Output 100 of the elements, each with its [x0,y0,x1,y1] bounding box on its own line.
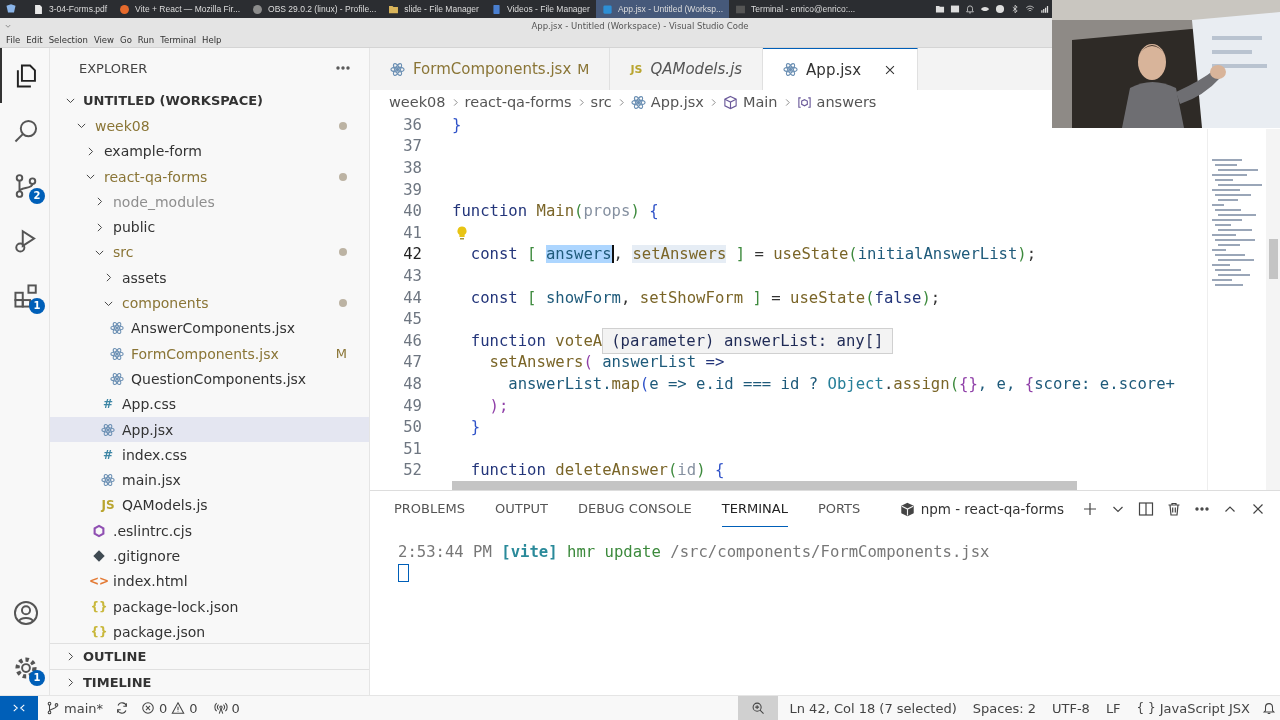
zoom-button[interactable] [737,696,778,720]
app-icon [119,3,131,15]
vertical-scrollbar[interactable] [1266,129,1280,490]
tree-folder[interactable]: assets [50,265,369,291]
taskbar-item[interactable]: Vite + React — Mozilla Fir... [113,0,247,18]
modified-dot [339,248,347,257]
menu-item[interactable]: Go [117,35,135,45]
activity-button[interactable]: 1 [0,268,49,323]
taskbar-item[interactable]: Terminal - enrico@enrico:... [729,0,862,18]
menu-item[interactable]: File [3,35,24,45]
filename-entry[interactable]: # App.css [50,391,369,417]
taskbar-item[interactable]: OBS 29.0.2 (linux) - Profile... [246,0,383,18]
breadcrumb-item[interactable]: answers [796,94,877,110]
panel-tab[interactable]: PROBLEMS [394,491,465,527]
problems-button[interactable]: 0 0 [133,696,206,720]
modified-dot [339,299,347,307]
file-type-icon: {} [90,600,108,613]
filename-entry[interactable]: <> index.html [50,568,369,594]
code-line: function Main(props) { [452,202,659,221]
taskbar-item[interactable]: Videos - File Manager [484,0,596,18]
status-item[interactable]: UTF-8 [1043,696,1098,720]
filename-entry[interactable]: App.jsx [50,416,369,443]
terminal-line: 2:53:44 PM [vite] hmr update /src/components/FormComponents.jsx [398,543,991,561]
folder-icon[interactable] [935,4,945,14]
hover-tooltip: (parameter) answerList: any[] [602,327,893,354]
menu-item[interactable]: Terminal [157,35,200,45]
react-icon [101,473,115,488]
activity-button[interactable]: 2 [0,158,49,213]
section-header[interactable]: OUTLINE [50,643,369,669]
count-badge: 1 [29,298,45,314]
panel-tab[interactable]: PORTS [817,491,861,527]
cube-icon [722,94,738,110]
react-icon [110,321,124,336]
split-icon[interactable] [1138,501,1154,517]
eye-icon[interactable] [980,4,990,14]
status-item[interactable]: Ln 42, Col 18 (7 selected) [781,696,965,720]
breadcrumb-item[interactable]: Main [722,94,778,110]
bell-icon[interactable] [1262,701,1276,715]
taskbar-item[interactable]: App.jsx - Untitled (Worksp... [595,0,730,18]
panel-tab[interactable]: OUTPUT [494,491,548,527]
menu-item[interactable]: View [90,35,118,45]
filename-entry[interactable]: .eslintrc.cjs [50,518,369,544]
breadcrumb-item[interactable]: week08 [389,94,446,110]
line-number: 44 [402,288,422,307]
plus-icon[interactable] [1082,501,1098,517]
ports-button[interactable]: 0 [205,696,248,720]
filename-entry[interactable]: main.jsx [50,467,369,493]
filename-entry[interactable]: QuestionComponents.jsx [50,366,369,392]
bell-icon[interactable] [965,4,975,14]
menu-item[interactable]: Run [134,35,158,45]
terminal-icon[interactable] [950,4,960,14]
record-icon[interactable] [995,4,1005,14]
filename-entry[interactable]: .gitignore [50,543,369,569]
wifi-icon[interactable] [1025,4,1035,14]
line-number: 36 [402,115,422,134]
signal-icon[interactable] [1040,4,1050,14]
filename-entry[interactable]: AnswerComponents.jsx [50,315,369,341]
trash-icon[interactable] [1166,501,1182,517]
menu-item[interactable]: Help [199,35,225,45]
horizontal-scrollbar[interactable] [452,481,1077,490]
code-line: function voteA [469,331,603,350]
react-icon [390,61,405,77]
filename-entry[interactable]: # index.css [50,442,369,468]
filename-entry[interactable]: FormComponents.jsx M [50,340,369,367]
file-type-icon: <> [88,575,110,588]
status-item[interactable]: Spaces: 2 [964,696,1044,720]
breadcrumb-item[interactable]: App.jsx [630,94,704,110]
terminal-selector[interactable]: npm - react-qa-forms [899,501,1064,517]
filename-entry[interactable]: JS QAModels.js [50,492,369,519]
menu-item[interactable]: Edit [23,35,46,45]
status-item[interactable]: LF [1097,696,1129,720]
tree-folder[interactable]: example-form [50,138,369,164]
editor-tab[interactable]: FormComponents.jsx M [370,48,611,90]
activity-button[interactable]: 1 [0,640,49,695]
panel-tab[interactable]: DEBUG CONSOLE [577,491,692,527]
status-letter: M [335,346,347,362]
extensions-icon [12,282,39,309]
panel-tab[interactable]: TERMINAL [721,491,788,527]
language-button[interactable]: { } JavaScript JSX [1128,696,1258,720]
filename-entry[interactable]: {} package.json [50,619,369,643]
tree-folder[interactable]: public [50,214,369,240]
tree-folder[interactable]: components [50,290,369,316]
app-icon [490,3,502,15]
warning-icon [171,701,186,715]
tree-folder[interactable]: week08 [50,113,369,139]
menu-item[interactable]: Selection [45,35,91,45]
branch-button[interactable]: main* [38,696,111,720]
tree-folder[interactable]: react-qa-forms [50,163,369,190]
breadcrumb-item[interactable]: src [590,94,612,110]
breadcrumb-item[interactable]: react-qa-forms [464,94,572,110]
editor-tab[interactable]: App.jsx [763,48,919,90]
tree-folder[interactable]: src [50,239,369,266]
filename-entry[interactable]: {} package-lock.json [50,593,369,620]
taskbar-item[interactable]: 3-04-Forms.pdf [27,0,114,18]
workspace-header[interactable]: UNTITLED (WORKSPACE) [50,88,369,114]
bluetooth-icon[interactable] [1010,4,1020,14]
launcher-icon[interactable] [5,3,17,15]
window-title: App.jsx - Untitled (Workspace) - Visual Studio Code [530,20,750,31]
sync-icon[interactable] [115,701,129,715]
taskbar-item[interactable]: slide - File Manager [382,0,485,18]
